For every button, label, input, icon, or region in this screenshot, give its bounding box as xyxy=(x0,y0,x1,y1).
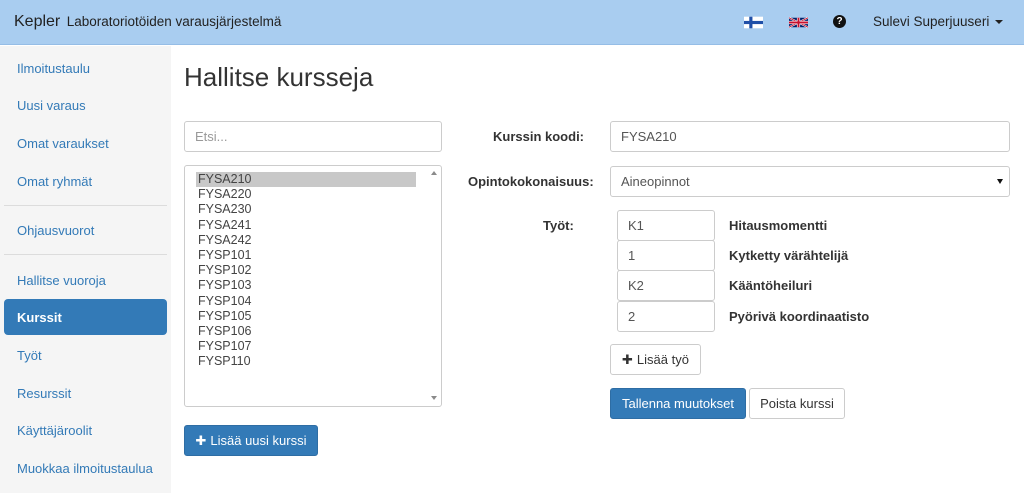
brand[interactable]: Kepler Laboratoriotöiden varausjärjestel… xyxy=(14,13,281,31)
plus-icon: ✚ xyxy=(195,433,207,448)
scroll-up-arrow-icon[interactable] xyxy=(431,171,437,175)
sidebar-item-tyot[interactable]: Työt xyxy=(4,337,167,373)
plus-icon: ✚ xyxy=(622,352,633,367)
list-item[interactable]: FYSA242 xyxy=(196,233,416,248)
add-course-button[interactable]: ✚ Lisää uusi kurssi xyxy=(184,425,318,456)
user-name: Sulevi Superjuuseri xyxy=(873,14,990,29)
list-item[interactable]: FYSP107 xyxy=(196,339,416,354)
sidebar-item-hallitse-vuoroja[interactable]: Hallitse vuoroja xyxy=(4,262,167,298)
sidebar-item-ilmoitustaulu[interactable]: Ilmoitustaulu xyxy=(4,50,167,86)
page-title: Hallitse kursseja xyxy=(184,62,374,92)
list-item[interactable]: FYSP101 xyxy=(196,248,416,263)
course-list[interactable]: FYSA210 FYSA220 FYSA230 FYSA241 FYSA242 … xyxy=(184,165,442,407)
list-item[interactable]: FYSA230 xyxy=(196,202,416,217)
chevron-down-icon xyxy=(995,20,1004,25)
brand-name: Kepler xyxy=(14,13,61,30)
sidebar-item-omat-varaukset[interactable]: Omat varaukset xyxy=(4,125,167,161)
list-item[interactable]: FYSP106 xyxy=(196,324,416,339)
sidebar-divider xyxy=(4,254,167,255)
course-code-input[interactable]: FYSA210 xyxy=(610,121,1010,152)
work-code-input[interactable]: 2 xyxy=(617,301,715,332)
work-code-input[interactable]: K2 xyxy=(617,270,715,301)
work-name: Pyörivä koordinaatisto xyxy=(729,309,870,324)
sidebar-item-ohjausvuorot[interactable]: Ohjausvuorot xyxy=(4,212,167,248)
study-module-value: Aineopinnot xyxy=(621,174,690,189)
sidebar: Ilmoitustaulu Uusi varaus Omat varaukset… xyxy=(0,46,171,493)
work-name: Hitausmomentti xyxy=(729,218,828,233)
list-item[interactable]: FYSA210 xyxy=(196,172,416,188)
works-label: Työt: xyxy=(543,218,574,233)
work-name: Kääntöheiluri xyxy=(729,278,813,293)
scroll-down-arrow-icon[interactable] xyxy=(431,396,437,400)
add-work-button[interactable]: ✚ Lisää työ xyxy=(610,344,701,375)
uk-flag-icon[interactable] xyxy=(789,16,808,29)
sidebar-item-omat-ryhmat[interactable]: Omat ryhmät xyxy=(4,163,167,199)
sidebar-item-kurssit[interactable]: Kurssit xyxy=(4,299,167,335)
list-item[interactable]: FYSA241 xyxy=(196,218,416,233)
study-module-label: Opintokokonaisuus: xyxy=(468,174,594,189)
help-icon[interactable]: ? xyxy=(833,15,846,28)
list-item[interactable]: FYSP104 xyxy=(196,294,416,309)
save-changes-button[interactable]: Tallenna muutokset xyxy=(610,388,746,419)
delete-course-button[interactable]: Poista kurssi xyxy=(749,388,845,419)
list-item[interactable]: FYSP103 xyxy=(196,278,416,293)
add-work-label: Lisää työ xyxy=(636,352,689,367)
sidebar-item-uusi-varaus[interactable]: Uusi varaus xyxy=(4,87,167,123)
add-course-label: Lisää uusi kurssi xyxy=(210,433,307,448)
brand-subtitle: Laboratoriotöiden varausjärjestelmä xyxy=(66,14,282,29)
sidebar-item-kayttajaroolit[interactable]: Käyttäjäroolit xyxy=(4,412,167,448)
list-item[interactable]: FYSP110 xyxy=(196,354,416,369)
course-code-label: Kurssin koodi: xyxy=(493,129,585,144)
list-item[interactable]: FYSA220 xyxy=(196,187,416,202)
work-name: Kytketty värähtelijä xyxy=(729,248,849,263)
search-input[interactable]: Etsi... xyxy=(184,121,442,152)
sidebar-divider xyxy=(4,205,167,206)
list-item[interactable]: FYSP102 xyxy=(196,263,416,278)
sidebar-item-muokkaa-ilmoitustaulua[interactable]: Muokkaa ilmoitustaulua xyxy=(4,450,167,486)
top-navbar: Kepler Laboratoriotöiden varausjärjestel… xyxy=(0,0,1024,45)
sidebar-item-resurssit[interactable]: Resurssit xyxy=(4,375,167,411)
study-module-select[interactable]: Aineopinnot xyxy=(610,166,1010,197)
list-item[interactable]: FYSP105 xyxy=(196,309,416,324)
finnish-flag-icon[interactable] xyxy=(744,16,763,29)
user-menu[interactable]: Sulevi Superjuuseri xyxy=(873,14,1004,29)
work-code-input[interactable]: 1 xyxy=(617,240,715,271)
chevron-down-icon xyxy=(997,179,1003,184)
work-code-input[interactable]: K1 xyxy=(617,210,715,241)
